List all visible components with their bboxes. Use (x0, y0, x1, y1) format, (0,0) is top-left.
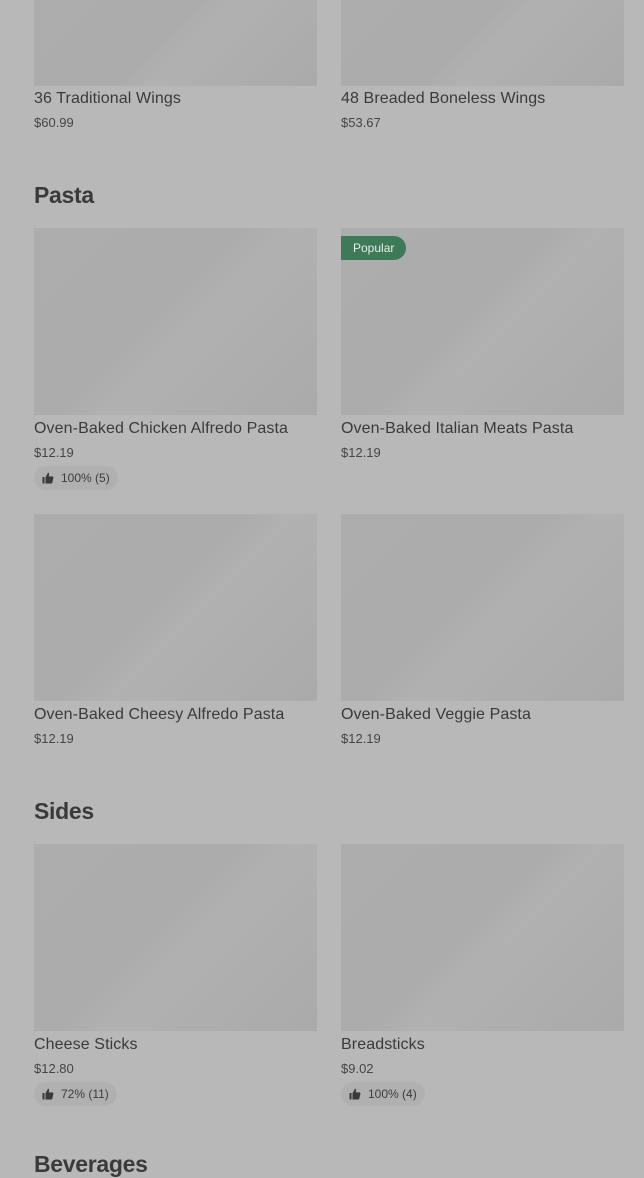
menu-item-card[interactable]: Oven-Baked Veggie Pasta $12.19 (341, 514, 624, 746)
item-price: $12.19 (34, 445, 74, 460)
menu-item-card[interactable]: 36 Traditional Wings $60.99 (34, 0, 317, 130)
item-name: Oven-Baked Cheesy Alfredo Pasta (34, 706, 285, 723)
thumbs-up-icon (349, 1088, 361, 1100)
menu-item-card[interactable]: Oven-Baked Cheesy Alfredo Pasta $12.19 (34, 514, 317, 746)
rating-text: 100% (5) (61, 471, 110, 485)
menu-page: 36 Traditional Wings $60.99 48 Breaded B… (0, 0, 644, 1177)
item-image (34, 844, 317, 1031)
item-name: Oven-Baked Chicken Alfredo Pasta (34, 420, 289, 437)
item-image (341, 0, 624, 86)
thumbs-up-icon (42, 472, 54, 484)
popular-badge: Popular (341, 236, 407, 260)
item-image: Popular (341, 228, 624, 415)
menu-item-card[interactable]: Breadsticks $9.02 100% (4) (341, 844, 624, 1106)
item-name: Oven-Baked Veggie Pasta (341, 706, 531, 723)
section-title-beverages: Beverages (34, 1151, 148, 1177)
section-title-pasta: Pasta (34, 182, 94, 208)
item-image (34, 0, 317, 86)
item-name: 48 Breaded Boneless Wings (341, 90, 546, 107)
thumbs-up-icon (42, 1088, 54, 1100)
item-name: 36 Traditional Wings (34, 90, 181, 107)
item-price: $12.19 (34, 731, 74, 746)
item-price: $12.80 (34, 1061, 74, 1076)
menu-item-card[interactable]: Popular Oven-Baked Italian Meats Pasta $… (341, 228, 624, 460)
item-name: Breadsticks (341, 1036, 425, 1053)
item-name: Cheese Sticks (34, 1036, 138, 1053)
item-image (34, 228, 317, 415)
item-name: Oven-Baked Italian Meats Pasta (341, 420, 574, 437)
rating-text: 100% (4) (368, 1087, 417, 1101)
menu-item-card[interactable]: Oven-Baked Chicken Alfredo Pasta $12.19 … (34, 228, 317, 490)
rating-pill: 100% (5) (34, 466, 118, 490)
item-price: $12.19 (341, 445, 381, 460)
item-price: $9.02 (341, 1061, 374, 1076)
item-image (34, 514, 317, 701)
menu-item-card[interactable]: Cheese Sticks $12.80 72% (11) (34, 844, 317, 1106)
rating-pill: 100% (4) (341, 1082, 425, 1106)
rating-text: 72% (11) (61, 1087, 109, 1101)
item-price: $53.67 (341, 115, 381, 130)
item-price: $60.99 (34, 115, 74, 130)
rating-pill: 72% (11) (34, 1082, 117, 1106)
menu-item-card[interactable]: 48 Breaded Boneless Wings $53.67 (341, 0, 624, 130)
item-image (341, 844, 624, 1031)
section-title-sides: Sides (34, 798, 94, 824)
item-image (341, 514, 624, 701)
item-price: $12.19 (341, 731, 381, 746)
